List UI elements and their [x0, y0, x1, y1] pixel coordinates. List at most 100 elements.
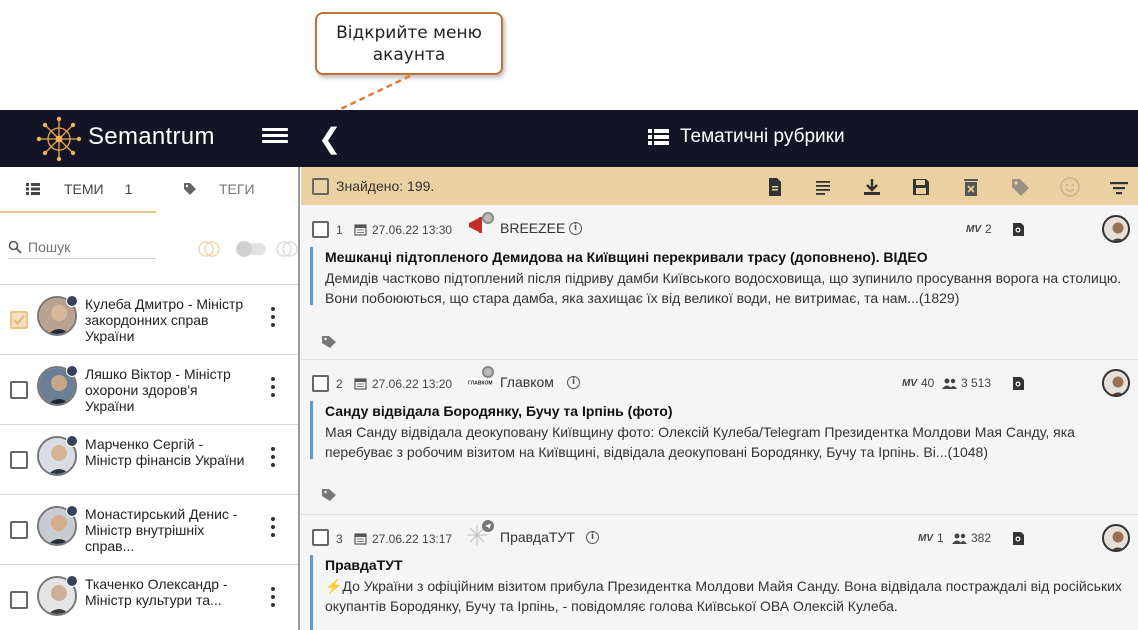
document-icon[interactable] [764, 176, 786, 198]
active-tab-indicator [0, 211, 156, 213]
sidebar-tabs: ТЕМИ 1 ТЕГИ [0, 167, 298, 213]
search-box [8, 235, 156, 259]
news-card: 2 27.06.22 13:20 ГЛАВКОМ Главком i MV 40 … [301, 360, 1138, 515]
news-number: 1 [336, 223, 343, 237]
person-checkbox[interactable] [10, 311, 28, 329]
results-panel: Знайдено: 199. 1 27.06.22 13:30 BREEZEE … [301, 167, 1138, 630]
preview-icon[interactable] [1012, 531, 1025, 546]
save-icon[interactable] [910, 176, 932, 198]
mv-value: 40 [921, 376, 935, 390]
info-icon[interactable]: i [586, 531, 599, 544]
results-toolbar: Знайдено: 199. [301, 167, 1138, 205]
search-input[interactable] [28, 238, 148, 255]
news-source[interactable]: BREEZEE [500, 220, 565, 236]
news-headline[interactable]: ПравдаТУТ [325, 557, 403, 573]
smile-icon[interactable] [1059, 176, 1081, 198]
person-name: Ткаченко Олександр - Міністр культури та… [85, 576, 228, 608]
select-all-checkbox[interactable] [312, 178, 329, 195]
list-icon [26, 183, 40, 195]
list-item[interactable]: Ткаченко Олександр - Міністр культури та… [0, 564, 298, 630]
news-checkbox[interactable] [312, 221, 329, 238]
audience-metric: 382 [952, 531, 991, 545]
author-avatar [1102, 524, 1130, 552]
tab-tags-label: ТЕГИ [219, 181, 255, 197]
menu-icon[interactable] [262, 128, 288, 148]
telegram-source-icon [467, 520, 494, 545]
megaphone-icon [469, 212, 494, 233]
list-item[interactable]: Ляшко Віктор - Міністр охорони здоров'я … [0, 354, 298, 424]
news-headline[interactable]: Санду відвідала Бородянку, Бучу та Ірпін… [325, 403, 673, 419]
tag-icon[interactable] [1009, 176, 1031, 198]
news-card: 3 27.06.22 13:17 ПравдаТУТ i MV 1 382 Пра… [301, 515, 1138, 630]
mv-icon: MV [966, 223, 981, 235]
check-icon [13, 315, 25, 325]
chevron-left-icon[interactable]: ❮ [318, 122, 341, 155]
delete-icon[interactable] [960, 176, 982, 198]
callout-text: Відкрийте меню акаунта [336, 23, 482, 65]
top-bar: Semantrum ❮ Тематичні рубрики [0, 110, 1138, 167]
list-item[interactable]: Кулеба Дмитро - Міністр закордонних спра… [0, 284, 298, 354]
people-icon [942, 378, 957, 389]
verified-badge-icon [66, 365, 78, 377]
tag-icon[interactable] [321, 335, 337, 349]
callout-box: Відкрийте меню акаунта [315, 12, 503, 75]
news-source[interactable]: Главком [500, 374, 554, 390]
list-item[interactable]: Марченко Сергій - Міністр фінансів Украї… [0, 424, 298, 494]
info-icon[interactable]: i [569, 222, 582, 235]
svg-text:ГЛАВКОМ: ГЛАВКОМ [468, 381, 493, 387]
news-body: ⚡До України з офіційним візитом прибула … [325, 578, 1122, 614]
news-source[interactable]: ПравдаТУТ [500, 529, 575, 545]
news-card: 1 27.06.22 13:30 BREEZEE i MV 2 Мешканці … [301, 205, 1138, 360]
mv-icon: MV [918, 532, 933, 544]
person-checkbox[interactable] [10, 591, 28, 609]
author-avatar [1102, 215, 1130, 243]
sidebar: ТЕМИ 1 ТЕГИ Пошук Кулеба Дмитро - Мініст… [0, 167, 300, 630]
download-icon[interactable] [861, 176, 883, 198]
audience-value: 382 [971, 531, 992, 545]
page-title: Тематичні рубрики [648, 126, 845, 148]
filter-icon[interactable] [1108, 176, 1130, 198]
news-date: 27.06.22 13:17 [372, 532, 453, 546]
accent-bar [310, 555, 313, 630]
tag-icon [184, 183, 196, 195]
tab-themes[interactable]: ТЕМИ 1 [26, 181, 132, 197]
mv-value: 1 [937, 531, 944, 545]
semantrum-logo-icon [36, 116, 82, 162]
calendar-icon [354, 378, 367, 390]
list-item[interactable]: Монастирський Денис - Міністр внутрішніх… [0, 494, 298, 564]
audience-value: 3 513 [961, 376, 992, 390]
verified-badge-icon [66, 435, 78, 447]
more-options-icon[interactable] [266, 377, 280, 401]
more-options-icon[interactable] [266, 447, 280, 471]
audience-metric: 3 513 [942, 376, 991, 390]
more-options-icon[interactable] [266, 517, 280, 541]
news-headline[interactable]: Мешканці підтопленого Демидова на Київщи… [325, 249, 928, 265]
preview-icon[interactable] [1012, 222, 1025, 237]
info-icon[interactable]: i [567, 376, 580, 389]
author-avatar [1102, 369, 1130, 397]
person-checkbox[interactable] [10, 451, 28, 469]
tab-tags[interactable]: ТЕГИ [183, 181, 255, 197]
people-icon [952, 533, 967, 544]
mv-metric: MV 40 [902, 376, 934, 390]
tag-icon[interactable] [321, 488, 337, 502]
person-checkbox[interactable] [10, 521, 28, 539]
person-checkbox[interactable] [10, 381, 28, 399]
preview-icon[interactable] [1012, 376, 1025, 391]
tab-themes-label: ТЕМИ [64, 181, 104, 197]
brand-name: Semantrum [88, 123, 215, 150]
news-checkbox[interactable] [312, 375, 329, 392]
toggle-switches[interactable] [198, 239, 298, 259]
person-name: Монастирський Денис - Міністр внутрішніх… [85, 506, 238, 554]
news-body: Демидів частково підтоплений після підри… [325, 270, 1122, 306]
mv-metric: MV 2 [966, 222, 992, 236]
mv-metric: MV 1 [918, 531, 944, 545]
calendar-icon [354, 224, 367, 236]
person-name: Марченко Сергій - Міністр фінансів Украї… [85, 436, 245, 468]
text-lines-icon[interactable] [812, 176, 834, 198]
accent-bar [310, 247, 313, 305]
more-options-icon[interactable] [266, 307, 280, 331]
person-name: Ляшко Віктор - Міністр охорони здоров'я … [85, 366, 231, 414]
more-options-icon[interactable] [266, 587, 280, 611]
news-checkbox[interactable] [312, 529, 329, 546]
